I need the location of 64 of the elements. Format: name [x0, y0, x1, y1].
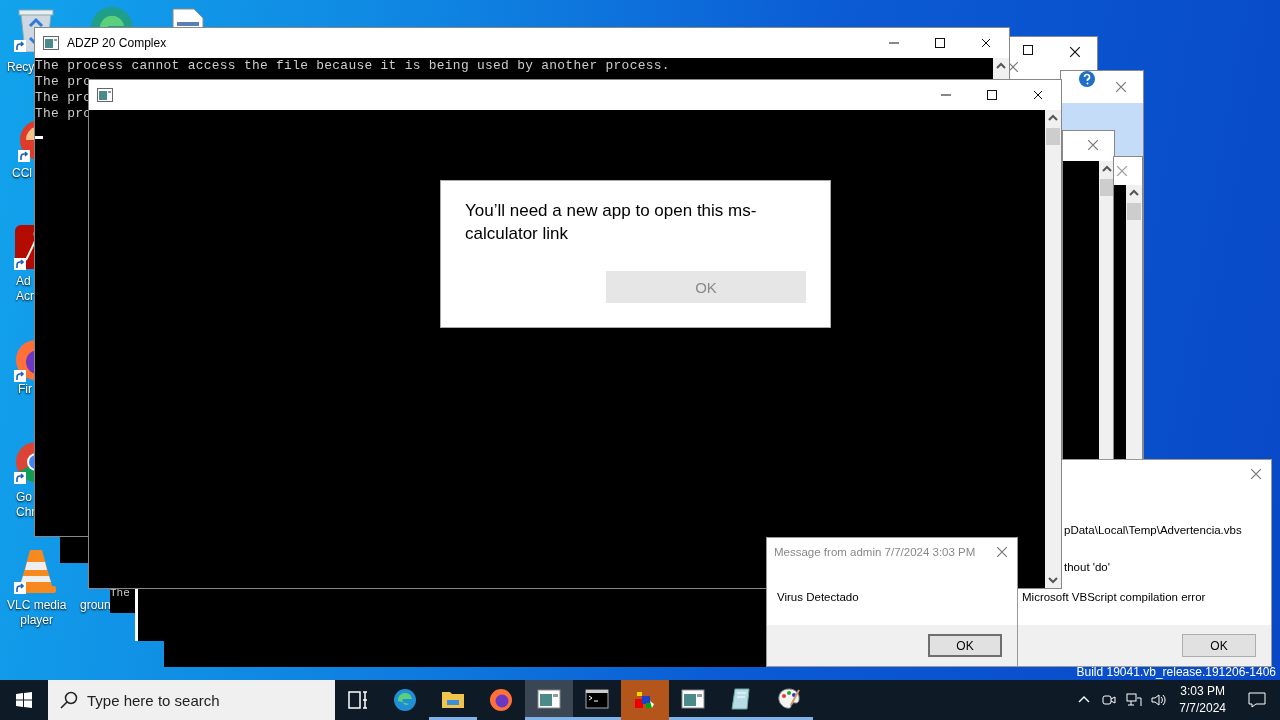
close-icon: [1087, 139, 1099, 151]
scrollbar-thumb: [1046, 128, 1060, 145]
speaker-icon: [1150, 692, 1167, 708]
icon-label: Fir: [18, 382, 32, 397]
close-icon: [1007, 61, 1019, 73]
icon-label: Go: [16, 490, 32, 505]
palette-icon: [777, 686, 801, 711]
dialog-message: Virus Detectado: [777, 591, 860, 603]
network-icon: [1125, 692, 1142, 708]
ok-button[interactable]: OK: [1182, 634, 1256, 657]
close-icon: [1116, 165, 1128, 177]
shortcut-icon: [14, 472, 26, 484]
terminal-icon: [585, 686, 609, 711]
shortcut-icon: [14, 40, 26, 52]
window-title: ADZP 20 Complex: [67, 36, 168, 50]
window-icon: [97, 88, 113, 102]
icon-label: VLC media: [7, 598, 67, 613]
shortcut-icon: [14, 370, 26, 382]
close-icon: [1250, 468, 1262, 480]
search-icon: [60, 691, 78, 709]
close-icon: [996, 546, 1008, 558]
edge-icon: [393, 688, 417, 712]
ok-button[interactable]: OK: [928, 634, 1002, 657]
close-icon: [1033, 90, 1043, 100]
close-icon: [1115, 81, 1127, 93]
speech-bubble-icon: [1248, 691, 1266, 709]
shortcut-icon: [18, 150, 30, 162]
console-line: The: [110, 587, 131, 600]
shortcut-icon: [14, 258, 26, 270]
icon-label: Chr: [16, 505, 36, 520]
windows-logo-icon: [16, 692, 32, 708]
camera-icon: [1100, 692, 1117, 708]
clock-time: 3:03 PM: [1180, 683, 1225, 700]
icon-label: CCl: [12, 166, 32, 181]
error-text: pData\Local\Temp\Advertencia.vbs: [1064, 524, 1243, 536]
error-text: Microsoft VBScript compilation error: [1022, 591, 1207, 603]
clock-date: 7/7/2024: [1179, 700, 1226, 717]
notepad-icon: [729, 686, 753, 711]
error-text: thout 'do': [1064, 561, 1111, 573]
dialog-message: You’ll need a new app to open this ms-calculator link: [465, 200, 758, 245]
help-icon: [1079, 71, 1095, 87]
console-window-icon: [681, 686, 705, 711]
build-text: Build 19041.vb_release.191206-1406: [1076, 665, 1276, 679]
close-icon: [1069, 46, 1081, 58]
search-field[interactable]: Type here to search: [48, 680, 335, 720]
icon-label: Acr: [16, 289, 34, 304]
maximize-icon: [935, 38, 945, 48]
maximize-icon: [1023, 45, 1033, 55]
window-icon: [43, 36, 59, 50]
scrollbar-thumb: [1100, 179, 1114, 196]
icon-label: Recy: [7, 60, 35, 75]
icon-label: player: [20, 613, 54, 628]
scrollbar-thumb: [1127, 203, 1141, 220]
maximize-icon: [987, 90, 997, 100]
firefox-icon: [489, 688, 513, 712]
shortcut-icon: [14, 582, 26, 594]
taskbar-button[interactable]: [525, 680, 573, 720]
taskview-icon: [346, 688, 370, 712]
icon-label: Ad: [16, 274, 31, 289]
icon-label: groun: [80, 598, 111, 613]
close-icon: [981, 38, 991, 48]
console-window-icon: [537, 686, 561, 711]
console-line: The process cannot access the file because it is being used by another process.: [35, 58, 670, 74]
dialog-title: Message from admin 7/7/2024 3:03 PM: [774, 546, 977, 558]
